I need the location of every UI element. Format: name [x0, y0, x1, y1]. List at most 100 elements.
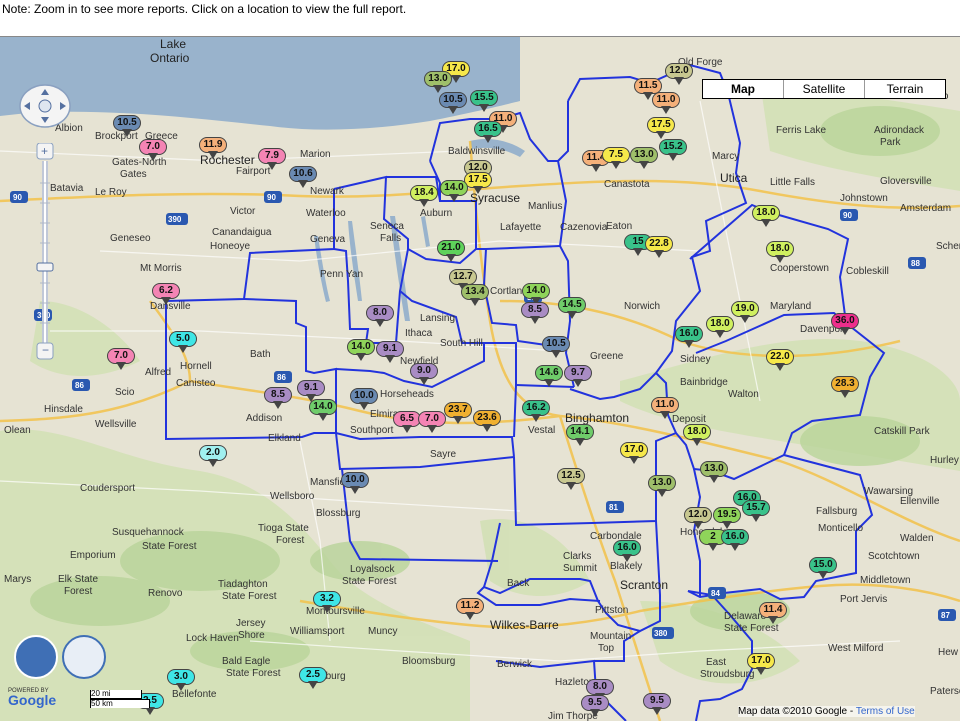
snowfall-marker[interactable]: 18.0 [706, 316, 734, 338]
snowfall-marker[interactable]: 17.5 [464, 172, 492, 194]
snowfall-marker[interactable]: 23.7 [444, 402, 472, 424]
map-type-satellite-button[interactable]: Satellite [783, 80, 864, 98]
snowfall-marker[interactable]: 7.0 [107, 348, 135, 370]
snowfall-marker[interactable]: 12.0 [665, 63, 693, 85]
snowfall-marker[interactable]: 17.5 [647, 117, 675, 139]
snowfall-marker[interactable]: 16.0 [721, 529, 749, 551]
snowfall-marker[interactable]: 13.0 [648, 475, 676, 497]
snowfall-marker[interactable]: 10.5 [439, 92, 467, 114]
snowfall-marker[interactable]: 10.5 [542, 336, 570, 358]
snowfall-marker[interactable]: 10.5 [113, 115, 141, 137]
svg-text:90: 90 [13, 193, 22, 202]
snowfall-marker[interactable]: 19.5 [713, 507, 741, 529]
snowfall-marker[interactable]: 8.0 [366, 305, 394, 327]
snowfall-marker[interactable]: 22.8 [645, 236, 673, 258]
snowfall-marker[interactable]: 11.9 [199, 137, 227, 159]
snowfall-marker[interactable]: 14.5 [558, 297, 586, 319]
snowfall-marker[interactable]: 9.5 [643, 693, 671, 715]
marker-pin-icon [818, 571, 828, 579]
snowfall-marker[interactable]: 23.6 [473, 410, 501, 432]
snowfall-marker[interactable]: 13.4 [461, 284, 489, 306]
snowfall-marker[interactable]: 3.2 [313, 591, 341, 613]
snowfall-marker[interactable]: 11.4 [759, 602, 787, 624]
marker-pin-icon [148, 153, 158, 161]
snowfall-marker[interactable]: 19.0 [731, 301, 759, 323]
snowfall-marker[interactable]: 28.3 [831, 376, 859, 398]
snowfall-marker[interactable]: 13.0 [700, 461, 728, 483]
pan-control[interactable] [18, 83, 72, 129]
snowfall-marker[interactable]: 3.0 [167, 669, 195, 691]
snowfall-marker[interactable]: 9.7 [564, 365, 592, 387]
snowfall-marker[interactable]: 11.0 [652, 92, 680, 114]
snowfall-marker[interactable]: 6.5 [393, 411, 421, 433]
terms-of-use-link[interactable]: Terms of Use [856, 706, 915, 717]
snowfall-marker[interactable]: 2.5 [299, 667, 327, 689]
snowfall-marker[interactable]: 15.7 [742, 500, 770, 522]
snowfall-marker[interactable]: 17.0 [620, 442, 648, 464]
snowfall-marker[interactable]: 15.0 [809, 557, 837, 579]
snowfall-marker[interactable]: 16.5 [474, 121, 502, 143]
noaa-logo [14, 635, 58, 679]
snowfall-marker[interactable]: 18.0 [752, 205, 780, 227]
snowfall-marker[interactable]: 22.0 [766, 349, 794, 371]
place-label: Coudersport [80, 483, 136, 494]
marker-pin-icon [657, 489, 667, 497]
snowfall-marker[interactable]: 10.6 [289, 166, 317, 188]
snowfall-marker[interactable]: 2.0 [199, 445, 227, 467]
snowfall-marker[interactable]: 5.0 [169, 331, 197, 353]
snowfall-marker[interactable]: 14.0 [440, 180, 468, 202]
marker-pin-icon [531, 414, 541, 422]
map-type-map-button[interactable]: Map [703, 80, 783, 98]
snowfall-marker[interactable]: 18.0 [683, 424, 711, 446]
map-canvas[interactable]: 90 90 90 390 390 86 86 81 81 380 84 87 8… [0, 36, 960, 721]
google-logo[interactable]: Google [8, 692, 56, 708]
marker-pin-icon [740, 315, 750, 323]
snowfall-marker[interactable]: 18.0 [766, 241, 794, 263]
marker-pin-icon [448, 106, 458, 114]
snowfall-marker[interactable]: 12.0 [684, 507, 712, 529]
marker-pin-icon [208, 459, 218, 467]
place-label: Auburn [420, 208, 453, 219]
snowfall-marker[interactable]: 9.0 [410, 363, 438, 385]
snowfall-marker[interactable]: 9.1 [376, 341, 404, 363]
snowfall-marker[interactable]: 7.0 [418, 411, 446, 433]
place-label: Cobleskill [846, 266, 889, 277]
marker-pin-icon [470, 298, 480, 306]
snowfall-marker[interactable]: 7.5 [602, 147, 630, 169]
marker-pin-icon [768, 616, 778, 624]
snowfall-marker[interactable]: 7.9 [258, 148, 286, 170]
place-label: Canandaigua [212, 227, 272, 238]
snowfall-marker[interactable]: 36.0 [831, 313, 859, 335]
snowfall-marker[interactable]: 8.5 [264, 387, 292, 409]
snowfall-marker[interactable]: 14.0 [309, 399, 337, 421]
svg-text:390: 390 [168, 215, 182, 224]
snowfall-marker[interactable]: 10.0 [341, 472, 369, 494]
place-label: Bath [250, 349, 271, 360]
snowfall-marker[interactable]: 9.5 [581, 695, 609, 717]
snowfall-marker[interactable]: 6.2 [152, 283, 180, 305]
snowfall-marker[interactable]: 10.0 [350, 388, 378, 410]
snowfall-marker[interactable]: 14.6 [535, 365, 563, 387]
snowfall-marker[interactable]: 13.0 [424, 71, 452, 93]
snowfall-marker[interactable]: 16.0 [613, 540, 641, 562]
snowfall-marker[interactable]: 14.1 [566, 424, 594, 446]
snowfall-marker[interactable]: 15.2 [659, 139, 687, 161]
snowfall-marker[interactable]: 16.2 [522, 400, 550, 422]
snowfall-marker[interactable]: 21.0 [437, 240, 465, 262]
snowfall-marker[interactable]: 12.5 [557, 468, 585, 490]
zoom-control[interactable]: + − [36, 142, 54, 368]
snowfall-marker[interactable]: 15.5 [470, 90, 498, 112]
map-type-terrain-button[interactable]: Terrain [864, 80, 945, 98]
marker-pin-icon [660, 411, 670, 419]
marker-pin-icon [273, 401, 283, 409]
place-label: Victor [230, 206, 256, 217]
snowfall-marker[interactable]: 16.0 [675, 326, 703, 348]
snowfall-marker[interactable]: 8.5 [521, 302, 549, 324]
snowfall-marker[interactable]: 18.4 [410, 185, 438, 207]
snowfall-marker[interactable]: 17.0 [747, 653, 775, 675]
snowfall-marker[interactable]: 7.0 [139, 139, 167, 161]
snowfall-marker[interactable]: 11.2 [456, 598, 484, 620]
snowfall-marker[interactable]: 11.0 [651, 397, 679, 419]
snowfall-marker[interactable]: 13.0 [630, 147, 658, 169]
snowfall-marker[interactable]: 14.0 [347, 339, 375, 361]
